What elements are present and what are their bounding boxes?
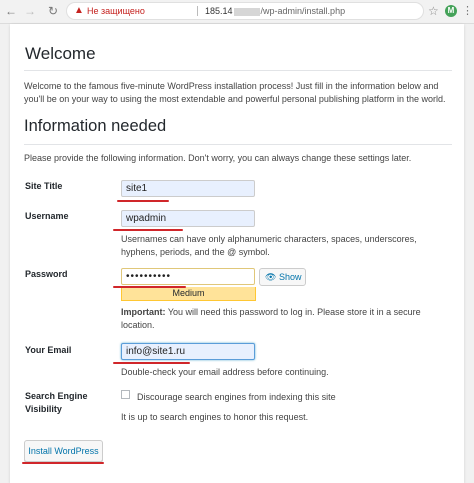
bookmark-star-icon[interactable]: ☆ [428,4,439,18]
annotation-underline [113,286,186,288]
welcome-heading: Welcome [25,44,96,63]
reload-icon[interactable]: ↻ [46,4,60,18]
show-password-label: Show [279,272,302,282]
important-label: Important: [121,307,166,317]
password-strength-meter: Medium [121,287,256,301]
redacted-ip [233,7,260,16]
warning-icon: ▲ [74,5,84,16]
forward-arrow-icon[interactable]: → [23,4,37,18]
annotation-underline [113,362,190,364]
profile-avatar[interactable]: M [445,5,457,17]
divider [24,70,452,71]
annotation-underline [117,200,169,202]
intro-text: Welcome to the famous five-minute WordPr… [24,81,446,104]
site-title-label: Site Title [25,181,63,191]
important-text: You will need this password to log in. P… [121,307,421,330]
url-divider [197,6,198,16]
password-note: Important: You will need this password t… [121,306,441,332]
url-path: /wp-admin/install.php [260,6,346,16]
url-host: 185.14 [205,6,233,16]
username-label: Username [25,211,69,221]
eye-icon: 👁 [265,272,277,282]
annotation-underline [22,462,104,464]
divider [24,144,452,145]
search-visibility-label: Search Engine Visibility [25,391,88,414]
show-password-button[interactable]: 👁 Show [259,268,306,286]
password-input[interactable] [121,268,255,285]
email-label: Your Email [25,345,72,355]
annotation-underline [113,229,183,231]
site-title-input[interactable] [121,180,255,197]
menu-dots-icon[interactable]: ⋮ [462,4,473,18]
discourage-search-label[interactable]: Discourage search engines from indexing … [137,392,336,403]
install-wordpress-button[interactable]: Install WordPress [24,440,103,462]
discourage-search-checkbox[interactable] [121,390,130,399]
email-hint: Double-check your email address before c… [121,367,329,377]
address-bar[interactable]: ▲ Не защищено 185.14/wp-admin/install.ph… [66,2,424,20]
browser-toolbar: ← → ↻ ▲ Не защищено 185.14/wp-admin/inst… [0,0,474,24]
search-visibility-hint: It is up to search engines to honor this… [121,412,309,422]
insecure-label: Не защищено [87,6,145,16]
username-hint: Usernames can have only alphanumeric cha… [121,234,417,257]
password-label: Password [25,269,68,279]
email-input[interactable] [121,343,255,360]
username-input[interactable] [121,210,255,227]
provide-text: Please provide the following information… [24,153,412,163]
back-arrow-icon[interactable]: ← [4,4,18,18]
url-text: 185.14/wp-admin/install.php [205,3,345,19]
info-heading: Information needed [24,117,167,135]
